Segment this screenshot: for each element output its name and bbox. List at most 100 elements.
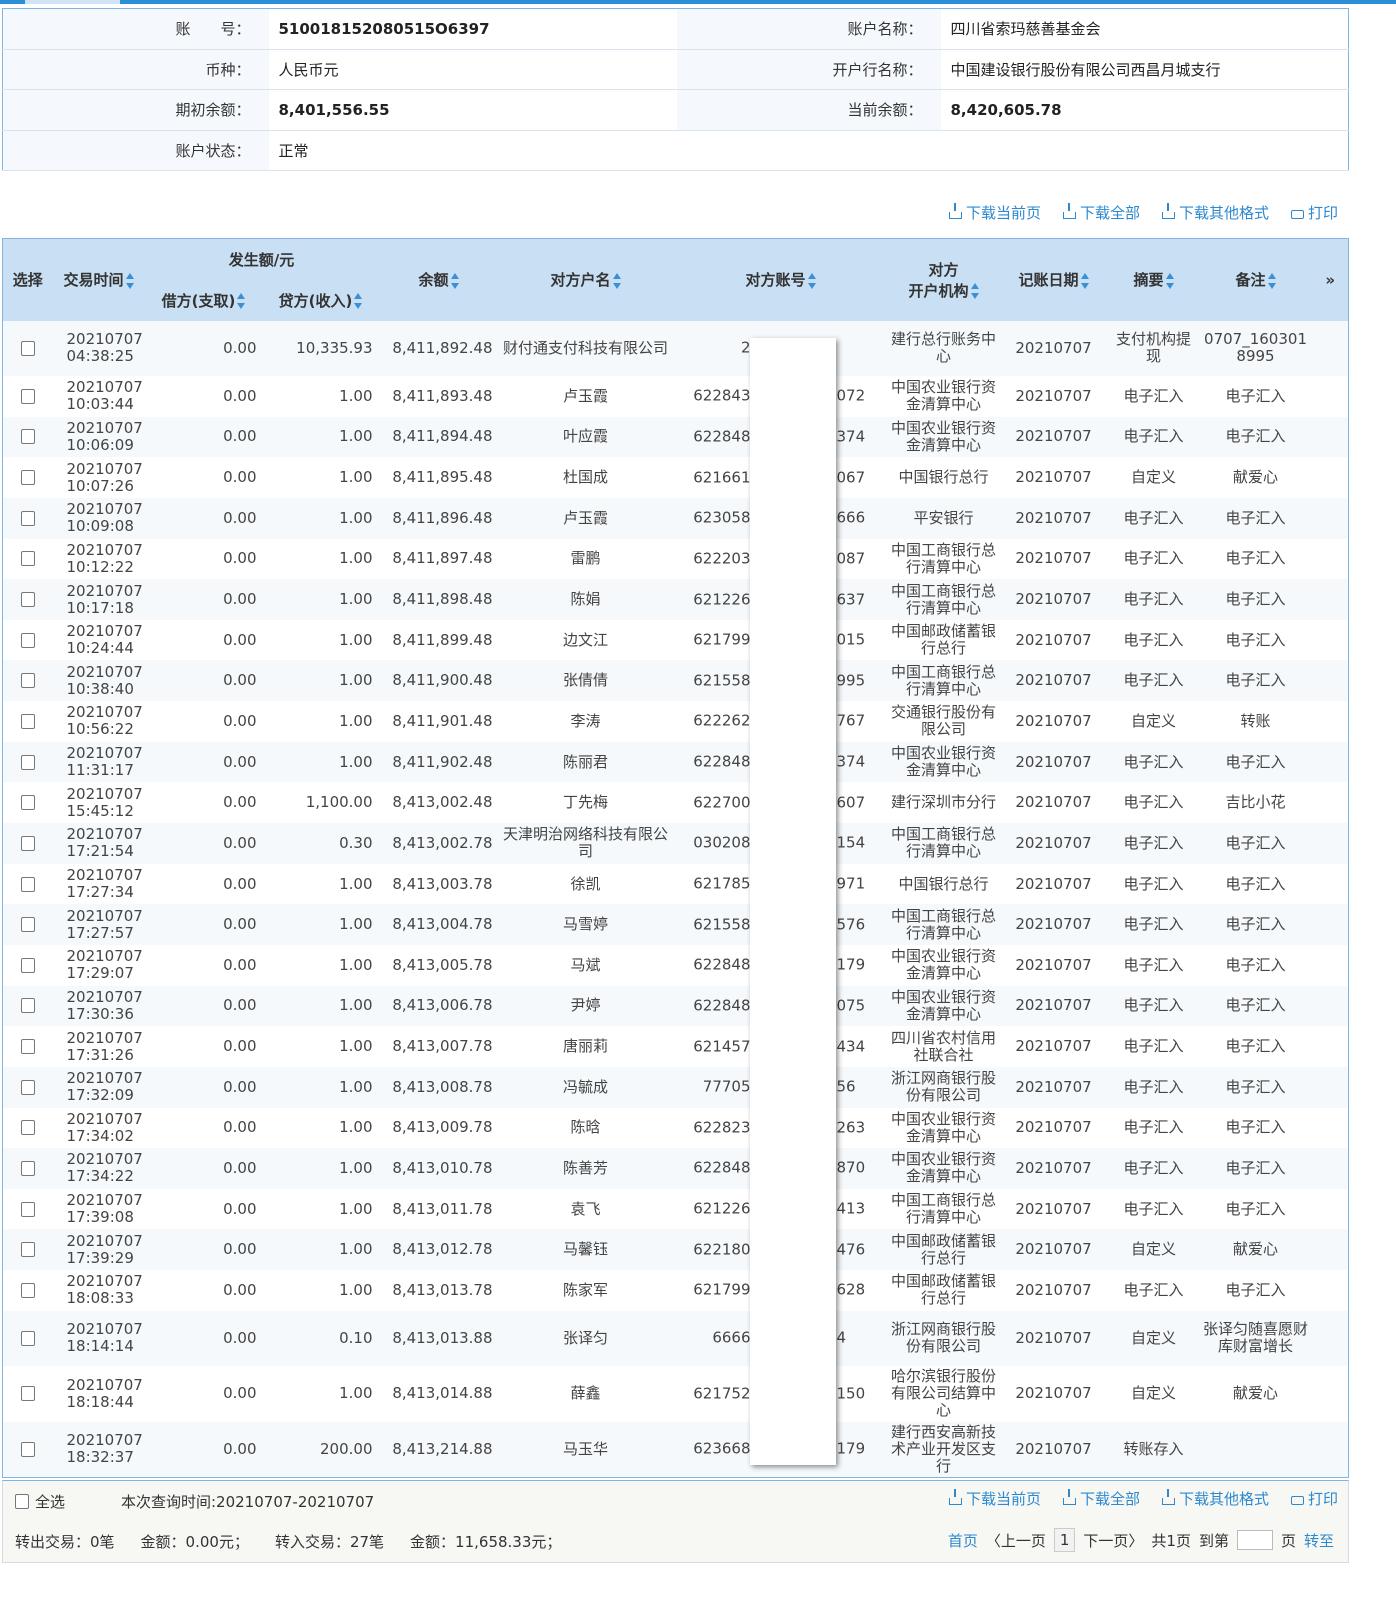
sort-icon[interactable] [237,293,246,309]
table-row[interactable]: 20210707 10:07:26 0.00 1.00 8,411,895.48 杜国成 6… [3,457,1349,498]
row-checkbox[interactable] [20,1160,35,1176]
row-select[interactable] [2,823,53,864]
sort-icon[interactable] [354,293,363,309]
row-select[interactable] [2,904,53,945]
row-checkbox[interactable] [20,470,35,486]
row-checkbox[interactable] [20,1039,35,1055]
table-row[interactable]: 20210707 18:14:14 0.00 0.10 8,413,013.88 张译匀 6… [2,1310,1349,1367]
row-select[interactable] [2,416,53,458]
table-row[interactable]: 20210707 17:34:22 0.00 1.00 8,413,010.78 陈善芳 6… [2,1148,1349,1189]
row-checkbox[interactable] [20,835,35,851]
download-page-link[interactable]: 下载当前页 [948,202,1041,223]
table-row[interactable]: 20210707 17:31:26 0.00 1.00 8,413,007.78 唐丽莉 6… [3,1026,1349,1067]
row-select[interactable] [2,985,53,1027]
header-debit[interactable]: 借方(支取) [144,279,263,321]
row-checkbox[interactable] [20,429,35,445]
row-select[interactable] [2,1229,53,1271]
table-row[interactable]: 20210707 10:03:44 0.00 1.00 8,411,893.48 卢玉霞 6… [3,376,1349,417]
row-select[interactable] [3,701,53,742]
sort-icon[interactable] [450,272,459,289]
row-checkbox[interactable] [20,998,35,1014]
table-row[interactable]: 20210707 10:56:22 0.00 1.00 8,411,901.48 李涛 62… [3,701,1349,742]
sort-icon[interactable] [970,283,979,300]
row-checkbox[interactable] [20,1441,35,1457]
table-row[interactable]: 20210707 10:12:22 0.00 1.00 8,411,897.48 雷鹏 62… [3,539,1349,580]
sort-icon[interactable] [1267,272,1276,289]
select-all-checkbox[interactable] [15,1494,29,1509]
row-checkbox[interactable] [20,388,35,404]
goto-button[interactable]: 转至 [1304,1530,1334,1551]
sort-icon[interactable] [807,272,816,289]
row-select[interactable] [2,1310,53,1367]
row-select[interactable] [3,1270,53,1311]
row-select[interactable] [2,579,53,620]
row-select[interactable] [3,1026,53,1067]
row-select[interactable] [3,1189,53,1230]
row-select[interactable] [3,1366,53,1422]
header-summary[interactable]: 摘要 [1108,238,1199,321]
row-checkbox[interactable] [20,795,35,811]
table-row[interactable]: 20210707 17:21:54 0.00 0.30 8,413,002.78 天津明治… [2,823,1349,864]
header-institution[interactable]: 对方 开户机构 [888,238,999,321]
table-row[interactable]: 20210707 17:29:07 0.00 1.00 8,413,005.78 马斌 62… [3,945,1349,986]
sort-icon[interactable] [125,272,134,289]
row-select[interactable] [2,741,53,783]
table-row[interactable]: 20210707 10:38:40 0.00 1.00 8,411,900.48 张倩倩 6… [2,660,1349,702]
print-link[interactable]: 打印 [1290,1488,1338,1509]
row-checkbox[interactable] [20,1330,35,1346]
row-select[interactable] [2,1066,53,1108]
next-page-link[interactable]: 下一页〉 [1083,1530,1143,1551]
row-select[interactable] [3,620,53,661]
row-select[interactable] [2,320,53,376]
download-all-link[interactable]: 下载全部 [1062,202,1140,223]
table-row[interactable]: 20210707 11:31:17 0.00 1.00 8,411,902.48 陈丽君 6… [2,741,1349,783]
print-link[interactable]: 打印 [1290,202,1338,223]
more-columns-icon[interactable]: » [1312,238,1349,321]
table-row[interactable]: 20210707 18:18:44 0.00 1.00 8,413,014.88 薛鑫 62… [3,1366,1349,1422]
row-checkbox[interactable] [20,592,35,608]
row-checkbox[interactable] [20,917,35,933]
row-checkbox[interactable] [20,340,35,356]
table-row[interactable]: 20210707 17:39:08 0.00 1.00 8,413,011.78 袁飞 62… [3,1189,1349,1230]
row-checkbox[interactable] [20,754,35,770]
row-checkbox[interactable] [20,713,35,729]
table-row[interactable]: 20210707 18:08:33 0.00 1.00 8,413,013.78 陈家军 6… [3,1270,1349,1311]
download-page-link[interactable]: 下载当前页 [948,1488,1041,1509]
row-checkbox[interactable] [20,1201,35,1217]
sort-icon[interactable] [1080,272,1089,289]
header-balance[interactable]: 余额 [378,238,499,321]
table-row[interactable]: 20210707 17:32:09 0.00 1.00 8,413,008.78 冯毓成 7… [2,1066,1349,1108]
row-checkbox[interactable] [20,1242,35,1258]
row-checkbox[interactable] [20,510,35,526]
row-checkbox[interactable] [20,1282,35,1298]
table-row[interactable]: 20210707 04:38:25 0.00 10,335.93 8,411,892.4… [2,320,1349,376]
table-row[interactable]: 20210707 10:06:09 0.00 1.00 8,411,894.48 叶应霞 6… [2,416,1349,458]
row-select[interactable] [3,782,53,823]
row-checkbox[interactable] [20,1120,35,1136]
table-row[interactable]: 20210707 17:30:36 0.00 1.00 8,413,006.78 尹婷 62… [2,985,1349,1027]
sort-icon[interactable] [1165,272,1174,289]
header-counterparty-account[interactable]: 对方账号 [672,238,889,321]
row-select[interactable] [3,1108,53,1149]
table-row[interactable]: 20210707 10:09:08 0.00 1.00 8,411,896.48 卢玉霞 6… [2,497,1349,539]
download-other-link[interactable]: 下载其他格式 [1161,1488,1269,1509]
row-select[interactable] [2,1148,53,1189]
row-checkbox[interactable] [20,957,35,973]
table-row[interactable]: 20210707 17:34:02 0.00 1.00 8,413,009.78 陈晗 62… [3,1108,1349,1149]
row-checkbox[interactable] [20,632,35,648]
header-posting-date[interactable]: 记账日期 [998,238,1109,321]
row-checkbox[interactable] [20,551,35,567]
prev-page-link[interactable]: 〈上一页 [986,1530,1046,1551]
row-select[interactable] [3,457,53,498]
header-remark[interactable]: 备注 [1198,238,1313,321]
row-select[interactable] [3,945,53,986]
current-page[interactable]: 1 [1053,1528,1076,1552]
row-select[interactable] [3,376,53,417]
table-row[interactable]: 20210707 10:24:44 0.00 1.00 8,411,899.48 边文江 6… [3,620,1349,661]
table-row[interactable]: 20210707 18:32:37 0.00 200.00 8,413,214.88 马玉… [2,1421,1349,1478]
row-checkbox[interactable] [20,1079,35,1095]
sort-icon[interactable] [612,272,621,289]
select-all[interactable]: 全选 [15,1491,65,1512]
table-row[interactable]: 20210707 10:17:18 0.00 1.00 8,411,898.48 陈娟 62… [2,579,1349,620]
header-counterparty-name[interactable]: 对方户名 [498,238,673,321]
